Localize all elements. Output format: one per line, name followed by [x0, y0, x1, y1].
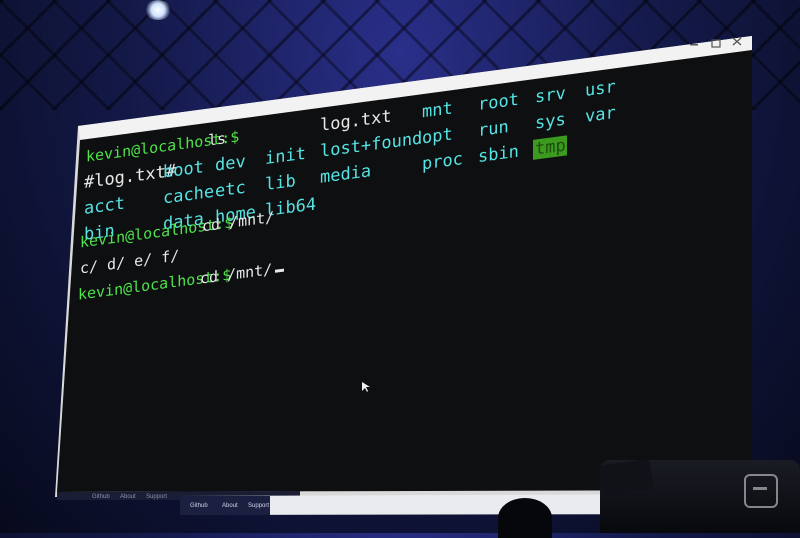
- ls-entry-boot: boot: [163, 157, 204, 182]
- ls-entry-srv: srv: [535, 84, 566, 108]
- audience-head-silhouette: [498, 498, 552, 538]
- ls-entry-opt: opt: [422, 124, 453, 148]
- ls-entry-sbin: sbin: [478, 142, 519, 167]
- ls-entry-logtxt: log.txt: [320, 107, 392, 136]
- taskbar-back-item-about[interactable]: About: [120, 494, 136, 500]
- ls-entry-init: init: [265, 144, 306, 169]
- command-cd-2: cd /mnt/: [200, 260, 272, 287]
- command-ls: ls: [208, 129, 226, 149]
- ls-entry-usr: usr: [585, 77, 616, 101]
- watermark-logo: [744, 474, 778, 508]
- ls-entry-var: var: [585, 103, 616, 127]
- terminal-console[interactable]: kevin@localhost:$ ls#log.txt#acctbinboot…: [0, 0, 800, 533]
- ls-entry-root: root: [478, 90, 519, 115]
- mouse-pointer-icon: [362, 382, 370, 392]
- ls-entry-acct: acct: [84, 194, 125, 219]
- ls-entry-dev: dev: [215, 152, 246, 176]
- taskbar-front-item-github[interactable]: Github: [190, 503, 208, 509]
- ls-entry-lib: lib: [265, 171, 296, 195]
- taskbar-front-item-support[interactable]: Support: [248, 503, 269, 509]
- taskbar-front-item-about[interactable]: About: [222, 503, 238, 509]
- completion-output: c/ d/ e/ f/: [80, 246, 179, 277]
- ls-entry-mnt: mnt: [422, 98, 453, 122]
- ls-entry-sys: sys: [535, 110, 566, 134]
- ls-entry-media: media: [320, 161, 371, 188]
- taskbar-back-item-support[interactable]: Support: [146, 494, 167, 500]
- command-cd-1: cd /mnt/: [202, 208, 274, 235]
- ls-entry-etc: etc: [215, 178, 246, 202]
- ls-entry-proc: proc: [422, 149, 463, 174]
- ls-entry-cache: cache: [163, 182, 214, 209]
- ls-entry-run: run: [478, 117, 509, 141]
- taskbar-back-item-github[interactable]: Github: [92, 494, 110, 500]
- text-cursor: [275, 268, 284, 273]
- ls-entry-tmp: tmp: [535, 136, 566, 160]
